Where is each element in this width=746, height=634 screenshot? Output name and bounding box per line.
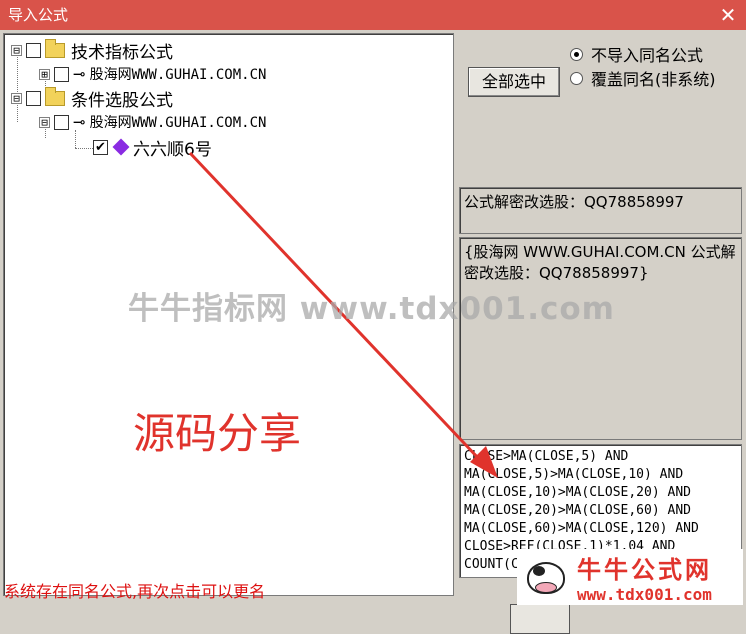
- overlay-caption: 源码分享: [133, 409, 302, 458]
- logo-url: www.tdx001.com: [577, 585, 712, 604]
- status-message: 系统存在同名公式,再次点击可以更名: [4, 582, 266, 601]
- site-logo: 牛牛公式网 www.tdx001.com: [517, 549, 743, 605]
- watermark: 牛牛指标网 www.tdx001.com: [128, 291, 615, 327]
- cow-mascot-icon: [521, 552, 571, 602]
- logo-title: 牛牛公式网: [577, 555, 712, 584]
- arrow-head: [470, 446, 498, 478]
